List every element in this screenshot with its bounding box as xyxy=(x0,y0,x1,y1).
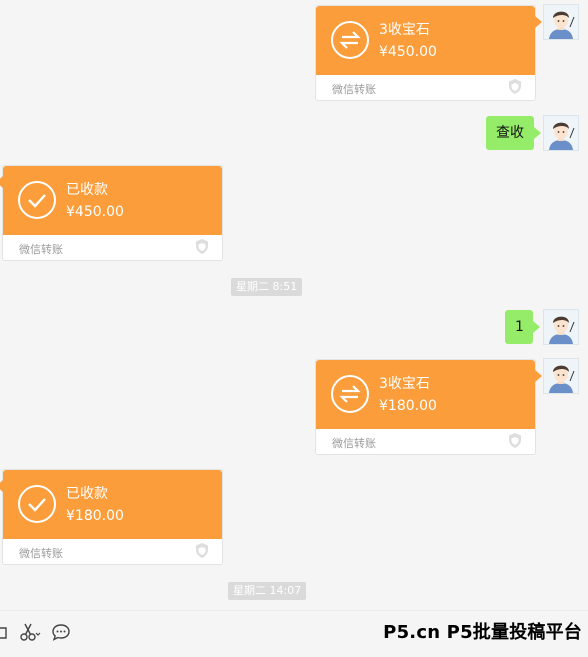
chat-bubble-icon[interactable] xyxy=(51,622,71,642)
scissors-icon[interactable] xyxy=(19,622,41,642)
transfer-amount: ¥450.00 xyxy=(379,44,437,60)
transfer-footer: 微信转账 xyxy=(19,243,63,256)
transfer-footer: 微信转账 xyxy=(19,547,63,560)
transfer-card-sent[interactable]: 3收宝石 ¥450.00 微信转账 xyxy=(315,5,542,101)
transfer-title: 已收款 xyxy=(66,182,108,198)
transfer-card-received[interactable]: 已收款 ¥450.00 微信转账 xyxy=(0,165,223,261)
checkmark-icon xyxy=(18,181,56,219)
avatar-self[interactable] xyxy=(543,115,579,151)
transfer-arrows-icon xyxy=(331,21,369,59)
message-text: 查收 xyxy=(496,125,524,141)
message-text: 1 xyxy=(515,319,524,335)
avatar-self[interactable] xyxy=(543,358,579,394)
avatar-self[interactable] xyxy=(543,309,579,345)
transfer-card-sent[interactable]: 3收宝石 ¥180.00 微信转账 xyxy=(315,359,542,455)
timestamp: 星期二 14:07 xyxy=(228,582,307,600)
transfer-amount: ¥450.00 xyxy=(66,204,124,220)
timestamp: 星期二 8:51 xyxy=(231,278,303,296)
transfer-footer: 微信转账 xyxy=(332,437,376,450)
avatar-self[interactable] xyxy=(543,4,579,40)
shield-icon xyxy=(196,543,208,558)
checkmark-icon xyxy=(18,485,56,523)
transfer-footer: 微信转账 xyxy=(332,83,376,96)
watermark: P5.cn P5批量投稿平台 xyxy=(383,622,582,643)
message-bubble-sent[interactable]: 1 xyxy=(505,310,540,344)
transfer-title: 3收宝石 xyxy=(379,376,430,392)
transfer-arrows-icon xyxy=(331,375,369,413)
transfer-amount: ¥180.00 xyxy=(66,508,124,524)
shield-icon xyxy=(196,239,208,254)
shield-icon xyxy=(509,433,521,448)
transfer-title: 3收宝石 xyxy=(379,22,430,38)
folder-icon[interactable] xyxy=(0,622,10,642)
transfer-amount: ¥180.00 xyxy=(379,398,437,414)
transfer-card-received[interactable]: 已收款 ¥180.00 微信转账 xyxy=(0,469,223,565)
transfer-title: 已收款 xyxy=(66,486,108,502)
shield-icon xyxy=(509,79,521,94)
message-bubble-sent[interactable]: 查收 xyxy=(486,116,541,150)
